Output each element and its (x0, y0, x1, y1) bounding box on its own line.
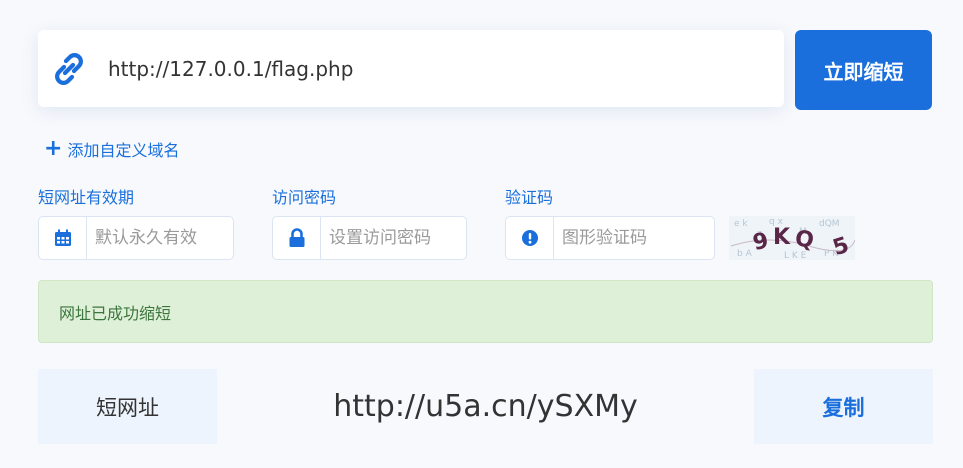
short-url-value: http://u5a.cn/ySXMy (333, 389, 638, 424)
short-url-label: 短网址 (38, 369, 217, 444)
plus-icon: + (44, 136, 63, 161)
captcha-label: 验证码 (505, 188, 554, 207)
password-field (272, 216, 467, 260)
lock-icon (273, 217, 321, 259)
captcha-input[interactable] (554, 216, 694, 260)
svg-text:b A: b A (737, 249, 753, 259)
svg-text:Q: Q (793, 226, 815, 253)
expiry-label: 短网址有效期 (38, 188, 135, 207)
expiry-input[interactable] (87, 216, 227, 260)
svg-text:dQM: dQM (819, 219, 840, 229)
captcha-field (505, 216, 715, 260)
add-custom-domain-label: 添加自定义域名 (67, 141, 180, 160)
password-label: 访问密码 (272, 188, 337, 207)
svg-text:9: 9 (751, 228, 771, 256)
copy-button[interactable]: 复制 (754, 369, 933, 444)
expiry-field (38, 216, 234, 260)
url-input-box (38, 30, 784, 107)
calendar-icon (39, 217, 87, 259)
password-input[interactable] (321, 216, 461, 260)
url-input[interactable] (106, 55, 760, 82)
add-custom-domain-link[interactable]: + 添加自定义域名 (44, 137, 179, 161)
svg-text:e k: e k (734, 219, 748, 229)
success-alert: 网址已成功缩短 (38, 280, 933, 343)
captcha-image[interactable]: e kq x dQM b AL K EP K zM 9 K Q 5 (729, 216, 855, 260)
exclamation-circle-icon (506, 217, 554, 259)
link-icon (52, 52, 86, 86)
shorten-button[interactable]: 立即缩短 (795, 30, 932, 110)
svg-text:K: K (773, 225, 791, 250)
